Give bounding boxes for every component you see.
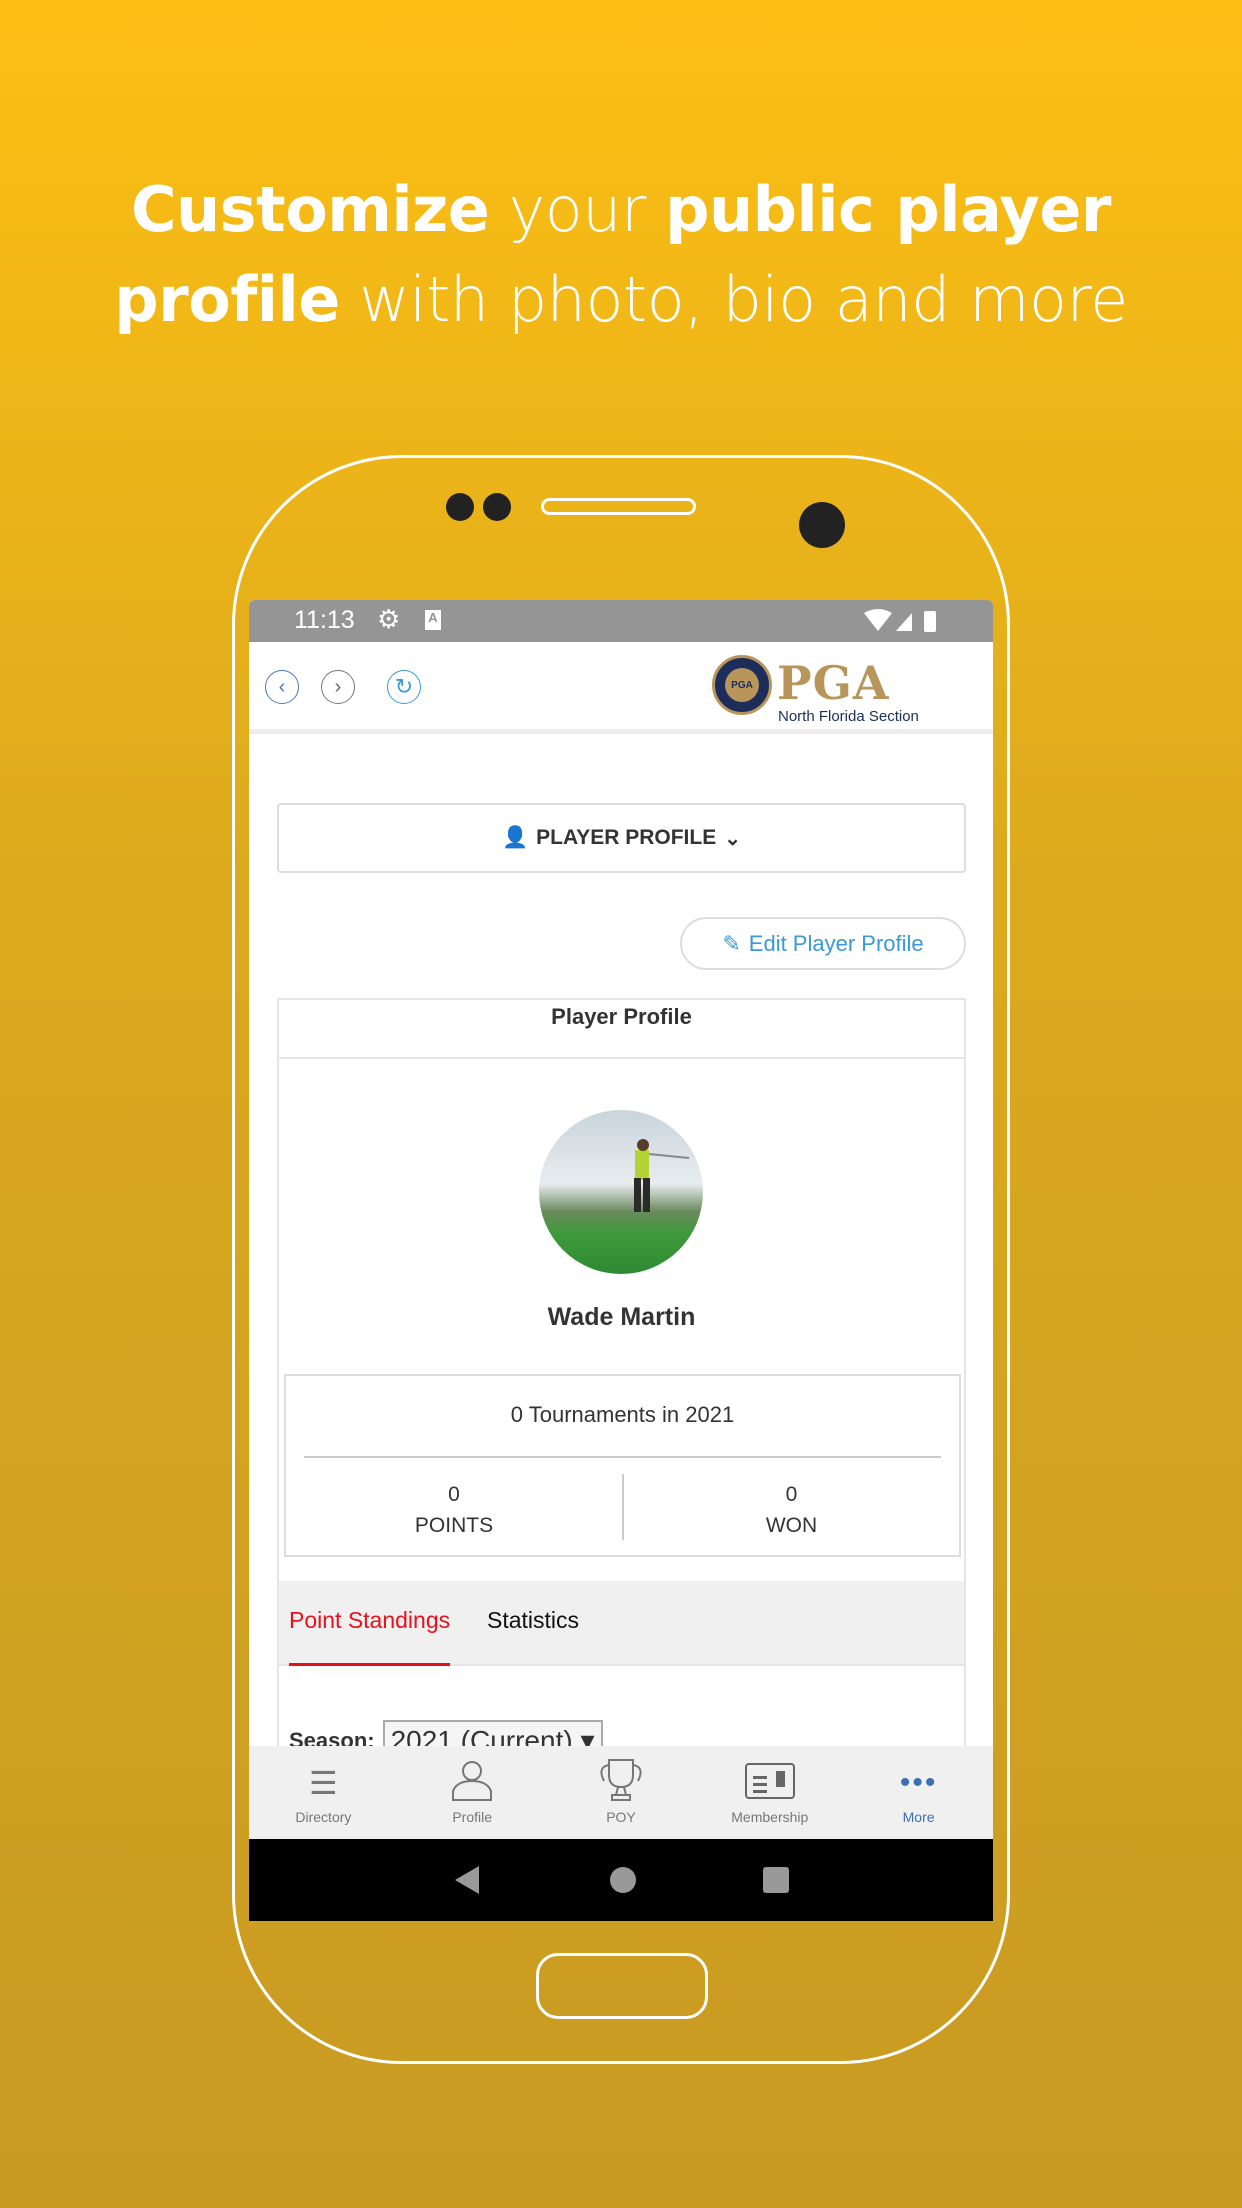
headline-bold: profile [114, 263, 340, 336]
font-a-icon: A [425, 610, 441, 630]
nav-label: Membership [731, 1809, 809, 1825]
list-icon: ☰ [309, 1765, 338, 1801]
player-name: Wade Martin [547, 1303, 696, 1331]
status-bar: 11:13 ⚙ A [249, 600, 993, 642]
headline-bold: public player [665, 173, 1111, 246]
dropdown-label: PLAYER PROFILE [536, 826, 717, 849]
headline-bold: Customize [131, 173, 490, 246]
user-icon: 👤 [501, 826, 529, 849]
status-time: 11:13 [294, 606, 355, 634]
android-home-icon[interactable] [609, 1867, 636, 1893]
won-label: WON [765, 1514, 818, 1537]
nav-poy[interactable]: POY [547, 1746, 696, 1839]
nav-label: Profile [452, 1809, 493, 1825]
nav-label: More [902, 1809, 935, 1825]
sensor-icon [446, 493, 474, 521]
person-icon [452, 1761, 493, 1801]
android-back-icon[interactable] [453, 1864, 483, 1896]
signal-icon [896, 613, 912, 631]
headline-light: with photo, bio and more [339, 263, 1128, 336]
android-nav-bar [249, 1839, 993, 1921]
forward-icon[interactable]: › [321, 670, 355, 704]
nav-label: Directory [295, 1809, 352, 1825]
trophy-icon [600, 1759, 642, 1801]
app-header: ‹ › ↻ PGA PGA North Florida Section [249, 642, 993, 734]
nav-directory[interactable]: ☰ Directory [249, 1746, 398, 1839]
logo-subtitle: North Florida Section [778, 708, 919, 725]
chevron-down-icon: ⌄ [724, 827, 741, 850]
bottom-nav: ☰ Directory Profile POY Membership ••• Mor… [249, 1746, 993, 1839]
tab-bar: Point Standings Statistics [279, 1581, 964, 1666]
pga-logo-text: PGA [777, 656, 890, 710]
android-recents-icon[interactable] [763, 1867, 790, 1893]
speaker-icon [541, 498, 696, 515]
card-title: Player Profile [279, 1000, 964, 1059]
camera-icon [799, 502, 845, 548]
headline-light: your [489, 173, 666, 246]
tournaments-summary: 0 Tournaments in 2021 [510, 1402, 735, 1427]
sensor-icon [483, 493, 511, 521]
player-profile-dropdown[interactable]: 👤 PLAYER PROFILE ⌄ [277, 803, 966, 873]
back-icon[interactable]: ‹ [265, 670, 299, 704]
more-dots-icon: ••• [899, 1766, 938, 1799]
nav-label: POY [606, 1809, 636, 1825]
battery-icon [924, 611, 936, 632]
edit-icon: ✎ [722, 930, 741, 956]
marketing-headline: Customize your public player profile wit… [0, 165, 1242, 345]
nav-more[interactable]: ••• More [844, 1746, 993, 1839]
membership-card-icon [744, 1763, 795, 1799]
divider [304, 1456, 941, 1458]
phone-screen: 11:13 ⚙ A ‹ › ↻ PGA PGA North Florida Se… [249, 600, 993, 1921]
wifi-icon [864, 609, 936, 632]
edit-button-label: Edit Player Profile [748, 930, 924, 956]
won-value: 0 [785, 1483, 798, 1506]
refresh-icon[interactable]: ↻ [387, 670, 421, 704]
tab-point-standings[interactable]: Point Standings [289, 1607, 451, 1666]
points-label: POINTS [414, 1514, 494, 1537]
points-value: 0 [448, 1483, 460, 1506]
gear-icon: ⚙ [377, 604, 401, 634]
avatar [539, 1110, 703, 1274]
tab-statistics[interactable]: Statistics [487, 1607, 579, 1634]
nav-profile[interactable]: Profile [398, 1746, 547, 1839]
stats-box: 0 Tournaments in 2021 0 POINTS 0 WON [284, 1374, 961, 1557]
phone-home-button [536, 1953, 708, 2019]
golfer-photo [634, 1139, 690, 1212]
nav-membership[interactable]: Membership [695, 1746, 844, 1839]
pga-seal-logo: PGA [712, 655, 772, 715]
edit-player-profile-button[interactable]: ✎ Edit Player Profile [680, 917, 966, 970]
